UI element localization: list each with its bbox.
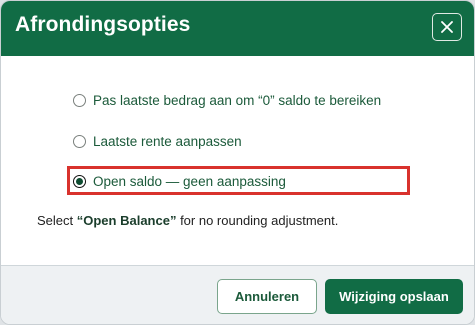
dialog-title: Afrondingsopties <box>15 13 191 36</box>
save-changes-button[interactable]: Wijziging opslaan <box>325 279 463 314</box>
hint-text: Select “Open Balance” for no rounding ad… <box>37 213 338 228</box>
option-adjust-last-interest[interactable]: Laatste rente aanpassen <box>73 130 242 152</box>
option-adjust-last-amount[interactable]: Pas laatste bedrag aan om “0” saldo te b… <box>73 89 381 111</box>
option-label: Pas laatste bedrag aan om “0” saldo te b… <box>93 92 382 108</box>
hint-prefix: Select <box>37 213 77 228</box>
cancel-button[interactable]: Annuleren <box>217 279 317 314</box>
radio-adjust-last-amount[interactable] <box>73 93 86 107</box>
close-icon <box>441 21 453 33</box>
radio-open-balance[interactable] <box>73 174 86 188</box>
hint-suffix: for no rounding adjustment. <box>176 213 339 228</box>
hint-emphasis: “Open Balance” <box>76 213 177 228</box>
close-button[interactable] <box>432 13 462 41</box>
dialog-header: Afrondingsopties <box>1 1 474 56</box>
radio-adjust-last-interest[interactable] <box>73 134 86 148</box>
option-label: Laatste rente aanpassen <box>93 133 242 149</box>
rounding-options-dialog: Afrondingsopties Pas laatste bedrag aan … <box>0 0 475 325</box>
option-open-balance[interactable]: Open saldo — geen aanpassing <box>73 170 286 192</box>
option-label: Open saldo — geen aanpassing <box>93 173 286 189</box>
